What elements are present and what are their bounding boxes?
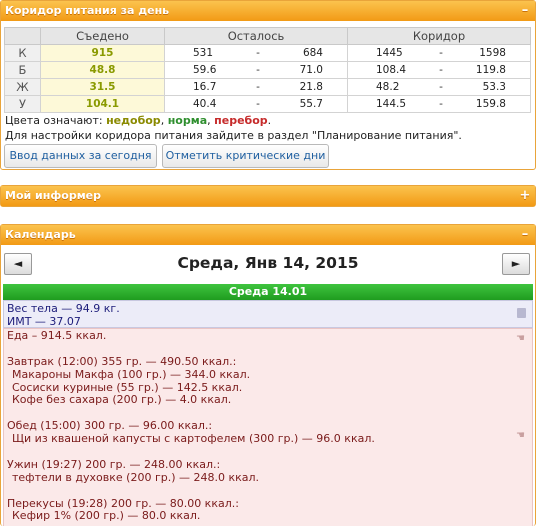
- range-dash: -: [439, 98, 443, 110]
- nutrition-table: Съедено Осталось Коридор К 915 531 - 684 1445…: [4, 27, 531, 113]
- hand-icon[interactable]: ☚: [516, 430, 526, 441]
- remaining-range: 59.6 - 71.0: [164, 61, 348, 79]
- informer-panel-title: Мой информер: [5, 189, 102, 202]
- color-legend: Цвета означают: недобор, норма, перебор.: [5, 114, 271, 127]
- next-day-button[interactable]: ►: [502, 253, 530, 275]
- meal-line: Еда – 914.5 ккал.: [7, 329, 107, 342]
- food-item: тефтели в духовке (200 гр.) — 248.0 ккал…: [12, 470, 260, 484]
- meal-line: [7, 446, 529, 459]
- day-header-bar[interactable]: Среда 14.01: [3, 284, 533, 300]
- eaten-value: 104.1: [40, 95, 165, 113]
- corridor-range: 108.4 - 119.8: [347, 61, 531, 79]
- remaining-range: 16.7 - 21.8: [164, 78, 348, 96]
- remaining-min: 40.4: [193, 98, 217, 110]
- corridor-min: 1445: [376, 47, 403, 59]
- legend-prefix: Цвета означают:: [5, 114, 103, 127]
- hand-icon[interactable]: ☚: [516, 333, 526, 344]
- remaining-max: 684: [302, 47, 323, 59]
- collapse-icon[interactable]: –: [519, 1, 531, 21]
- legend-comma: ,: [160, 114, 165, 127]
- remaining-range: 40.4 - 55.7: [164, 95, 348, 113]
- calendar-panel-title: Календарь: [5, 228, 76, 241]
- collapse-icon[interactable]: –: [519, 225, 531, 245]
- nutrition-panel-title: Коридор питания за день: [5, 4, 170, 17]
- trash-icon[interactable]: [517, 308, 526, 318]
- remaining-min: 531: [193, 47, 214, 59]
- my-informer-panel: Мой информер +: [0, 185, 536, 207]
- food-item: Кефир 1% (200 гр.) — 80.0 ккал.: [12, 509, 201, 523]
- nutrition-panel-header: Коридор питания за день –: [1, 1, 535, 21]
- corridor-max: 119.8: [475, 64, 506, 76]
- table-row: Б 48.8 59.6 - 71.0 108.4 - 119.8: [4, 61, 531, 79]
- corridor-range: 1445 - 1598: [347, 44, 531, 62]
- food-item: Кофе без сахара (200 гр.) — 4.0 ккал.: [12, 393, 232, 407]
- table-row: У 104.1 40.4 - 55.7 144.5 - 159.8: [4, 95, 531, 113]
- range-dash: -: [256, 81, 260, 93]
- col-header-eaten: Съедено: [40, 27, 165, 45]
- corridor-min: 48.2: [376, 81, 400, 93]
- range-dash: -: [439, 47, 443, 59]
- calendar-panel: Календарь – ◄ Среда, Янв 14, 2015 ► Сред…: [0, 224, 536, 526]
- range-dash: -: [256, 47, 260, 59]
- corridor-range: 144.5 - 159.8: [347, 95, 531, 113]
- remaining-range: 531 - 684: [164, 44, 348, 62]
- food-lines: Еда – 914.5 ккал. Завтрак (12:00) 355 гр.…: [7, 329, 529, 523]
- informer-panel-header: Мой информер +: [1, 186, 535, 206]
- bmi-value: ИМТ — 37.07: [7, 315, 81, 328]
- remaining-min: 16.7: [193, 81, 217, 93]
- table-row: К 915 531 - 684 1445 - 1598: [4, 44, 531, 62]
- remaining-max: 21.8: [299, 81, 323, 93]
- col-header-remaining: Осталось: [164, 27, 348, 45]
- table-header-row: Съедено Осталось Коридор: [4, 27, 531, 45]
- nutrition-corridor-panel: Коридор питания за день – Съедено Остало…: [0, 0, 536, 170]
- remaining-min: 59.6: [193, 64, 217, 76]
- corridor-max: 159.8: [475, 98, 506, 110]
- row-label: Ж: [4, 78, 41, 96]
- row-label: Б: [4, 61, 41, 79]
- mark-critical-days-button[interactable]: Отметить критические дни: [162, 144, 329, 168]
- corridor-min: 108.4: [376, 64, 407, 76]
- legend-over: перебор: [214, 114, 268, 127]
- range-dash: -: [439, 64, 443, 76]
- range-dash: -: [256, 64, 260, 76]
- weight-box[interactable]: Вес тела — 94.9 кг. ИМТ — 37.07: [3, 300, 533, 328]
- eaten-value: 31.5: [40, 78, 165, 96]
- settings-hint: Для настройки коридора питания зайдите в…: [5, 129, 462, 142]
- meal-line: [7, 485, 529, 498]
- corridor-max: 53.3: [482, 81, 506, 93]
- body-weight: Вес тела — 94.9 кг.: [7, 302, 120, 315]
- col-header-corridor: Коридор: [347, 27, 531, 45]
- row-label: К: [4, 44, 41, 62]
- meal-line: Завтрак (12:00) 355 гр. — 490.50 ккал.:: [7, 354, 237, 368]
- col-header-label: [4, 27, 41, 45]
- legend-comma: ,: [207, 114, 211, 127]
- corridor-max: 1598: [479, 47, 506, 59]
- food-box[interactable]: Еда – 914.5 ккал. Завтрак (12:00) 355 гр.…: [3, 328, 533, 526]
- calendar-date-title: Среда, Янв 14, 2015: [177, 254, 359, 272]
- legend-ok: норма: [167, 114, 208, 127]
- meal-line: [7, 343, 529, 356]
- calendar-nav: ◄ Среда, Янв 14, 2015 ►: [1, 253, 535, 279]
- corridor-min: 144.5: [376, 98, 407, 110]
- eaten-value: 48.8: [40, 61, 165, 79]
- meal-line: Ужин (19:27) 200 гр. — 248.00 ккал.:: [7, 457, 221, 471]
- remaining-max: 55.7: [299, 98, 323, 110]
- food-item: Макароны Макфа (100 гр.) — 344.0 ккал.: [12, 367, 251, 381]
- expand-icon[interactable]: +: [519, 186, 531, 206]
- row-label: У: [4, 95, 41, 113]
- range-dash: -: [439, 81, 443, 93]
- legend-dot: .: [267, 114, 272, 127]
- food-item: Щи из квашеной капусты с картофелем (300…: [12, 432, 375, 446]
- remaining-max: 71.0: [299, 64, 323, 76]
- legend-low: недобор: [106, 114, 161, 127]
- corridor-range: 48.2 - 53.3: [347, 78, 531, 96]
- eaten-value: 915: [40, 44, 165, 62]
- calendar-panel-header: Календарь –: [1, 225, 535, 245]
- range-dash: -: [256, 98, 260, 110]
- enter-today-data-button[interactable]: Ввод данных за сегодня: [4, 144, 157, 168]
- table-row: Ж 31.5 16.7 - 21.8 48.2 - 53.3: [4, 78, 531, 96]
